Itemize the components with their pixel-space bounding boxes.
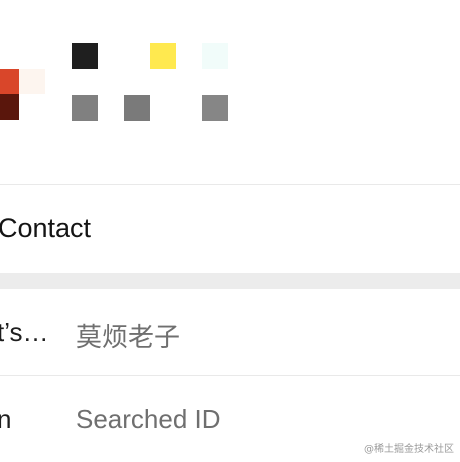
info-value-source: Searched ID bbox=[76, 404, 221, 434]
swatch-pale-peach[interactable] bbox=[19, 69, 45, 94]
watermark-text: @稀土掘金技术社区 bbox=[364, 444, 454, 455]
section-gap bbox=[0, 273, 460, 289]
swatch-yellow[interactable] bbox=[150, 43, 176, 69]
swatch-dark-maroon[interactable] bbox=[0, 94, 19, 120]
info-value-name: 莫烦老子 bbox=[76, 322, 181, 352]
swatch-gray-3[interactable] bbox=[202, 95, 228, 121]
swatch-gray-1[interactable] bbox=[72, 95, 98, 121]
swatch-orange-red[interactable] bbox=[0, 69, 19, 94]
color-swatch-grid bbox=[0, 0, 460, 184]
contact-label: Contact bbox=[0, 213, 92, 243]
swatch-gray-2[interactable] bbox=[124, 95, 150, 121]
swatch-black[interactable] bbox=[72, 43, 98, 69]
contact-row[interactable]: Contact bbox=[0, 185, 460, 273]
info-row-name[interactable]: t’s… 莫烦老子 bbox=[0, 289, 460, 375]
info-key-name: t’s… bbox=[0, 317, 49, 347]
info-key-source: n bbox=[0, 404, 12, 434]
swatch-mint-white[interactable] bbox=[202, 43, 228, 69]
